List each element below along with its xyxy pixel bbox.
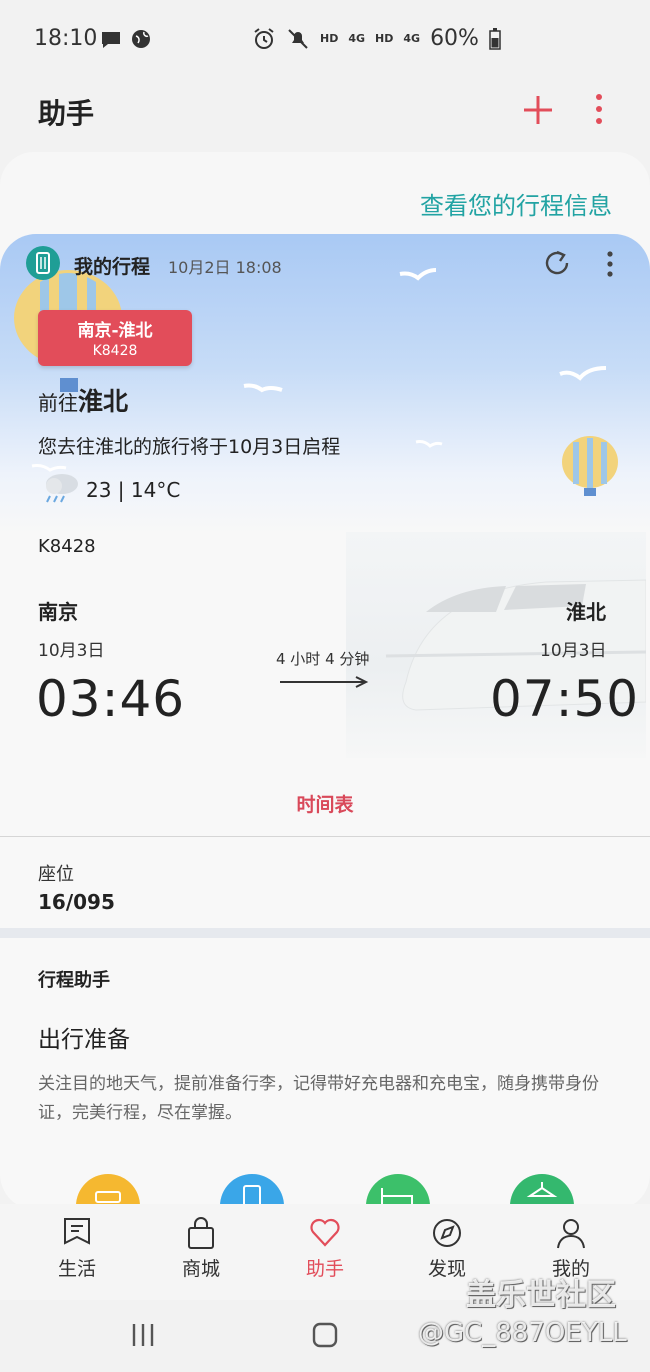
recent-apps-button[interactable] [128,1320,158,1354]
home-button[interactable] [310,1320,340,1354]
balloon-right-icon [562,436,618,496]
network-4g-1: 4G [348,32,366,45]
card-title: 我的行程 [74,256,151,278]
nav-label: 商城 [181,1258,220,1280]
mall-icon [185,1216,217,1250]
prep-description: 关注目的地天气，提前准备行李，记得带好充电器和充电宝，随身携带身份证，完美行程，… [38,1074,599,1123]
refresh-icon [545,250,569,275]
card-timestamp: 10月2日 18:08 [168,258,282,277]
departure-date: 10月3日 [38,641,105,661]
network-hd-1: HD [320,32,339,45]
trip-description: 您去往淮北的旅行将于10月3日启程 [38,436,341,458]
card-more-button[interactable] [600,248,620,280]
more-options-button[interactable] [588,92,610,126]
more-vertical-icon [607,251,613,277]
mute-icon [288,28,308,49]
nav-life[interactable]: 生活 [32,1216,122,1281]
status-bar: 18:10 HD 4G HD 4G 60% [0,0,650,80]
life-icon [61,1216,93,1250]
globe-icon [130,28,152,54]
seat-label: 座位 [38,864,74,885]
watermark-community: 盖乐世社区 [466,1278,616,1313]
luggage-icon [26,246,60,280]
departure-city: 南京 [38,600,78,624]
destination-city: 淮北 [78,387,129,416]
nav-label: 助手 [305,1258,344,1280]
badge-train: K8428 [92,343,138,359]
heart-icon [309,1216,341,1250]
arrival-city: 淮北 [566,600,606,624]
divider [0,836,650,837]
page-title: 助手 [38,97,95,130]
view-itinerary-link[interactable]: 查看您的行程信息 [420,186,612,221]
home-icon [312,1322,338,1348]
timetable-button[interactable]: 时间表 [0,790,650,817]
battery-percent: 60% [430,26,479,51]
arrival-date: 10月3日 [540,641,607,661]
departure-time: 03:46 [36,670,186,728]
add-button[interactable] [520,86,556,132]
refresh-button[interactable] [540,246,574,280]
trip-duration: 4 小时 4 分钟 [276,650,370,668]
more-vertical-icon [596,94,602,124]
network-4g-2: 4G [403,32,421,45]
badge-route: 南京-淮北 [77,321,153,341]
route-badge: 南京-淮北 K8428 [38,310,192,366]
nav-assistant[interactable]: 助手 [280,1216,370,1281]
trip-card: 我的行程 10月2日 18:08 南京-淮北 K8428 前往淮北 您去往淮北的… [0,234,650,1210]
status-indicators: HD 4G HD 4G 60% [252,26,501,51]
alarm-icon [254,27,274,49]
arrow-right-icon [280,674,370,688]
compass-icon [431,1216,463,1250]
nav-label: 生活 [57,1258,96,1280]
destination-prefix: 前往 [38,391,78,415]
destination-line: 前往淮北 [38,382,128,418]
message-icon [100,30,122,54]
assistant-section-title: 行程助手 [38,970,110,991]
section-divider [0,928,650,938]
nav-mall[interactable]: 商城 [156,1216,246,1281]
arrival-time: 07:50 [490,670,640,728]
recent-apps-icon [132,1324,154,1346]
plus-icon [524,96,552,124]
prep-title: 出行准备 [38,1027,130,1053]
battery-icon [489,27,501,50]
status-time: 18:10 [34,26,98,51]
rain-cloud-icon [40,470,82,506]
train-number: K8428 [38,536,96,557]
network-hd-2: HD [375,32,394,45]
watermark-user: @GC_887OEYLL [418,1318,627,1348]
seat-value: 16/095 [38,890,115,914]
profile-icon [555,1216,587,1250]
weather-text: 23 | 14°C [86,478,181,502]
